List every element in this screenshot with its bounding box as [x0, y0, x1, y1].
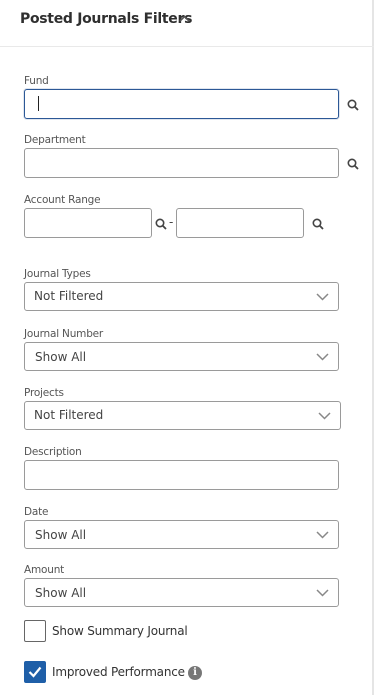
department-input[interactable]: [24, 148, 339, 178]
amount-value: Show All: [35, 586, 87, 600]
chevron-down-icon: [318, 412, 331, 420]
chevron-up-icon[interactable]: [179, 15, 190, 22]
improved-performance-label[interactable]: Improved Performance: [52, 665, 185, 679]
account-range-label: Account Range: [24, 194, 101, 206]
checkmark-icon: [28, 666, 42, 678]
header-divider: [0, 46, 374, 47]
chevron-down-icon: [316, 353, 329, 361]
journal-number-select[interactable]: Show All: [24, 342, 339, 371]
date-label: Date: [24, 506, 49, 518]
account-range-to-input[interactable]: [176, 208, 304, 238]
show-summary-journal-checkbox[interactable]: [24, 620, 46, 642]
chevron-down-icon: [316, 293, 329, 301]
chevron-down-icon: [316, 589, 329, 597]
range-separator: -: [169, 215, 174, 229]
amount-select[interactable]: Show All: [24, 578, 339, 607]
account-to-search-icon[interactable]: [312, 218, 324, 230]
fund-label: Fund: [24, 75, 49, 87]
journal-types-label: Journal Types: [24, 268, 91, 280]
projects-label: Projects: [24, 387, 64, 399]
account-from-search-icon[interactable]: [155, 218, 167, 230]
journal-types-select[interactable]: Not Filtered: [24, 282, 339, 311]
account-range-from-input[interactable]: [24, 208, 152, 238]
date-select[interactable]: Show All: [24, 520, 339, 549]
description-input[interactable]: [24, 460, 339, 490]
department-label: Department: [24, 134, 86, 146]
journal-number-value: Show All: [35, 350, 87, 364]
text-caret: [38, 96, 39, 111]
description-label: Description: [24, 446, 82, 458]
date-value: Show All: [35, 528, 87, 542]
journal-number-label: Journal Number: [24, 328, 104, 340]
fund-search-icon[interactable]: [347, 99, 359, 111]
panel-title[interactable]: Posted Journals Filters: [20, 11, 192, 27]
fund-input[interactable]: [24, 89, 339, 119]
department-search-icon[interactable]: [347, 158, 359, 170]
journal-types-value: Not Filtered: [34, 289, 104, 303]
chevron-down-icon: [316, 531, 329, 539]
projects-select[interactable]: Not Filtered: [24, 401, 341, 430]
amount-label: Amount: [24, 564, 65, 576]
projects-value: Not Filtered: [34, 408, 104, 422]
show-summary-journal-label[interactable]: Show Summary Journal: [52, 624, 188, 638]
info-icon[interactable]: i: [188, 666, 202, 680]
improved-performance-checkbox[interactable]: [24, 661, 46, 683]
